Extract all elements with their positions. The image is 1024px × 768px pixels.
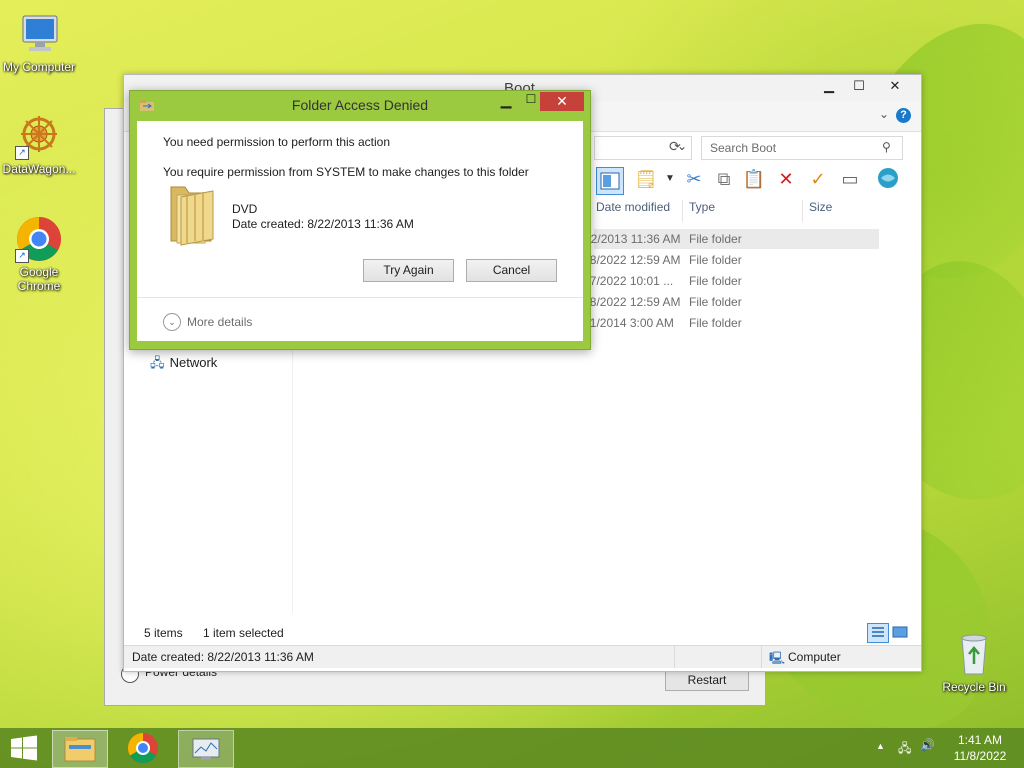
more-details-link[interactable]: More details xyxy=(187,315,252,329)
desktop-icon-label: Google Chrome xyxy=(17,265,61,293)
details-bar: Date created: 8/22/2013 11:36 AM 🖳 Compu… xyxy=(124,645,921,668)
toolbar: 🗒 ▼ ✂ ⧉ 📋 ✕ ✓ ▭ xyxy=(594,167,914,195)
large-icons-view-button[interactable] xyxy=(890,623,910,641)
show-hidden-icons-icon[interactable]: ▲ xyxy=(876,741,885,751)
volume-icon[interactable]: 🔊 xyxy=(920,738,935,752)
desktop-icon-google-chrome[interactable]: ↗ Google Chrome xyxy=(0,215,79,293)
dropdown-arrow-icon[interactable]: ▼ xyxy=(658,167,682,191)
table-row[interactable]: 4/11/2014 3:00 AM File folder xyxy=(574,313,879,333)
nav-item-network[interactable]: 🖧 Network xyxy=(150,354,217,376)
row-type: File folder xyxy=(689,232,742,246)
network-status-icon[interactable]: 🖧 xyxy=(898,739,911,760)
rename-icon[interactable]: ✓ xyxy=(806,167,830,191)
chevron-down-icon[interactable]: ⌄ xyxy=(163,313,181,331)
computer-icon xyxy=(15,10,63,58)
close-button[interactable]: ✕ xyxy=(540,92,584,111)
search-placeholder: Search Boot xyxy=(710,141,777,155)
status-item-count: 5 items xyxy=(144,626,183,640)
row-type: File folder xyxy=(689,274,742,288)
dialog-message-primary: You need permission to perform this acti… xyxy=(163,135,391,149)
dialog-message-secondary: You require permission from SYSTEM to ma… xyxy=(163,165,529,179)
search-icon: ⚲ xyxy=(882,140,891,154)
column-header-type[interactable]: Type xyxy=(682,200,799,222)
details-divider xyxy=(761,646,762,668)
details-location: Computer xyxy=(788,650,841,664)
recycle-bin-icon xyxy=(950,630,998,678)
start-button[interactable] xyxy=(0,728,48,768)
refresh-icon[interactable]: ⟳ xyxy=(669,138,681,155)
row-type: File folder xyxy=(689,253,742,267)
status-bar: 5 items 1 item selected xyxy=(124,623,921,643)
minimize-button[interactable]: ▁ xyxy=(814,75,844,97)
nav-item-label: Network xyxy=(169,355,218,370)
maximize-button[interactable]: ☐ xyxy=(844,75,874,97)
column-header-label: Type xyxy=(689,200,716,214)
cancel-button[interactable]: Cancel xyxy=(466,259,557,282)
monitor-chart-icon xyxy=(192,738,220,760)
minimize-button[interactable]: ▁ xyxy=(494,92,518,109)
globe-icon[interactable] xyxy=(876,167,900,191)
folder-name: DVD xyxy=(232,202,258,216)
desktop-icon-recycle-bin[interactable]: Recycle Bin xyxy=(934,630,1014,694)
details-divider xyxy=(674,646,675,668)
taskbar-file-explorer[interactable] xyxy=(52,730,108,768)
column-header-label: Date modified xyxy=(596,200,671,214)
restart-button-label: Restart xyxy=(687,673,727,687)
cut-icon[interactable]: ✂ xyxy=(682,167,706,191)
folder-date-created: Date created: 8/22/2013 11:36 AM xyxy=(232,217,414,231)
shortcut-arrow-icon: ↗ xyxy=(15,146,29,160)
chevron-down-icon[interactable]: ⌄ xyxy=(879,107,889,121)
table-row[interactable]: 8/22/2013 11:36 AM File folder xyxy=(574,229,879,249)
taskbar: ▲ 🖧 🔊 1:41 AM 11/8/2022 xyxy=(0,728,1024,768)
close-button[interactable]: ✕ xyxy=(874,75,916,97)
folder-icon xyxy=(170,186,214,246)
copy-icon[interactable]: ⧉ xyxy=(712,167,736,191)
delete-icon[interactable]: ✕ xyxy=(774,167,798,191)
column-header-size[interactable]: Size xyxy=(802,200,879,222)
network-icon: 🖧 xyxy=(150,355,165,370)
folder-access-denied-dialog: Folder Access Denied ▁ ☐ ✕ You need perm… xyxy=(129,90,591,350)
paste-icon[interactable]: 📋 xyxy=(742,167,766,191)
chrome-icon xyxy=(127,733,158,764)
details-view-button[interactable] xyxy=(867,623,889,643)
dialog-body: You need permission to perform this acti… xyxy=(137,121,583,341)
desktop-icon-label: DataWagon... xyxy=(2,162,76,176)
desktop-icon-label: My Computer xyxy=(2,60,76,74)
properties-icon[interactable]: 🗒 xyxy=(634,167,658,191)
nav-pane-divider xyxy=(292,333,293,613)
try-again-label: Try Again xyxy=(383,263,434,277)
clock-time: 1:41 AM xyxy=(957,733,1003,747)
cancel-label: Cancel xyxy=(492,263,531,277)
new-item-icon[interactable]: ▭ xyxy=(838,167,862,191)
table-row[interactable]: 11/8/2022 12:59 AM File folder xyxy=(574,292,879,312)
chrome-icon: ↗ xyxy=(15,215,63,263)
column-header-date[interactable]: Date modified xyxy=(596,200,670,222)
details-date-created: Date created: 8/22/2013 11:36 AM xyxy=(132,650,314,664)
status-selected-count: 1 item selected xyxy=(203,626,284,640)
desktop-icon-label: Recycle Bin xyxy=(942,680,1006,694)
search-input[interactable]: Search Boot ⚲ xyxy=(701,136,903,160)
dialog-separator xyxy=(137,297,583,298)
taskbar-performance-monitor[interactable] xyxy=(178,730,234,768)
table-row[interactable]: 11/8/2022 12:59 AM File folder xyxy=(574,250,879,270)
row-type: File folder xyxy=(689,295,742,309)
computer-icon: 🖳 xyxy=(769,651,786,665)
shortcut-arrow-icon: ↗ xyxy=(15,249,29,263)
clock[interactable]: 1:41 AM 11/8/2022 xyxy=(950,732,1010,764)
datawagon-icon: ↗ xyxy=(15,112,63,160)
row-type: File folder xyxy=(689,316,742,330)
help-icon[interactable]: ? xyxy=(896,108,911,123)
table-row[interactable]: 11/7/2022 10:01 ... File folder xyxy=(574,271,879,291)
desktop-icon-datawagon[interactable]: ↗ DataWagon... xyxy=(0,112,79,176)
windows-logo-icon xyxy=(11,735,37,761)
restart-button[interactable]: Restart xyxy=(665,669,749,691)
clock-date: 11/8/2022 xyxy=(953,749,1007,763)
preview-pane-icon[interactable] xyxy=(596,167,624,195)
desktop-icon-my-computer[interactable]: My Computer xyxy=(0,10,79,74)
taskbar-chrome[interactable] xyxy=(116,730,170,766)
column-header-label: Size xyxy=(809,200,833,214)
try-again-button[interactable]: Try Again xyxy=(363,259,454,282)
file-explorer-icon xyxy=(64,737,96,762)
